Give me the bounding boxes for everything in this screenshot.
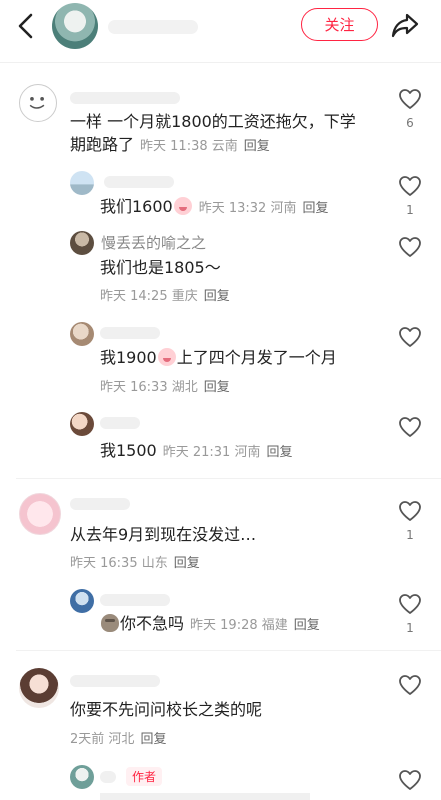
reply-link[interactable]: 回复 bbox=[294, 618, 320, 633]
crying-emoji-icon bbox=[173, 197, 192, 215]
author-avatar[interactable] bbox=[52, 3, 98, 49]
smiley-icon bbox=[29, 96, 45, 109]
comment-divider bbox=[16, 650, 441, 651]
like-count: 6 bbox=[406, 116, 414, 130]
reply-link[interactable]: 回复 bbox=[204, 289, 230, 304]
reply-link[interactable]: 回复 bbox=[244, 139, 270, 154]
username-redacted bbox=[70, 92, 180, 104]
reply-meta: 昨天 14:25 重庆 回复 bbox=[100, 289, 230, 304]
author-badge: 作者 bbox=[126, 767, 163, 786]
comment-meta: 昨天 16:35 山东 回复 bbox=[70, 556, 200, 571]
avatar[interactable] bbox=[70, 231, 94, 255]
username-redacted bbox=[100, 594, 170, 606]
reply-text: 我们也是1805～ bbox=[100, 258, 221, 277]
header-divider bbox=[0, 62, 441, 63]
username-redacted bbox=[100, 417, 140, 429]
like-heart-icon[interactable] bbox=[398, 500, 422, 522]
reply-text: 我1900 上了四个月发了一个月 bbox=[100, 348, 337, 367]
username-redacted bbox=[100, 327, 160, 339]
like-heart-icon[interactable] bbox=[398, 326, 422, 348]
share-icon[interactable] bbox=[390, 11, 420, 39]
comment-text: 你要不先问问校长之类的呢 bbox=[70, 700, 263, 719]
like-count: 1 bbox=[406, 203, 414, 217]
like-count: 1 bbox=[406, 621, 414, 635]
like-heart-icon[interactable] bbox=[398, 593, 422, 615]
reply-username[interactable]: 慢丢丢的喻之之 bbox=[101, 232, 206, 253]
reply-link[interactable]: 回复 bbox=[267, 445, 293, 460]
reply-text: 我们1600 昨天 13:32 河南 回复 bbox=[100, 197, 329, 216]
cut-off-reply-text bbox=[100, 793, 310, 800]
comment-meta: 2天前 河北 回复 bbox=[70, 732, 167, 747]
avatar[interactable] bbox=[70, 322, 94, 346]
comment-text: 从去年9月到现在没发过… bbox=[70, 525, 257, 544]
reply-link[interactable]: 回复 bbox=[303, 201, 329, 216]
avatar[interactable] bbox=[19, 493, 61, 535]
username-redacted bbox=[100, 771, 116, 783]
author-avatar[interactable] bbox=[70, 765, 94, 789]
username-redacted bbox=[70, 498, 130, 510]
top-bar: 关注 bbox=[0, 0, 441, 54]
reply-text: 我1500 昨天 21:31 河南 回复 bbox=[100, 441, 293, 460]
like-heart-icon[interactable] bbox=[398, 769, 422, 791]
reply-link[interactable]: 回复 bbox=[174, 556, 200, 571]
reply-text: 你不急吗 昨天 19:28 福建 回复 bbox=[100, 613, 320, 637]
avatar[interactable] bbox=[70, 412, 94, 436]
reply-link[interactable]: 回复 bbox=[140, 732, 166, 747]
like-heart-icon[interactable] bbox=[398, 175, 422, 197]
like-heart-icon[interactable] bbox=[398, 88, 422, 110]
username-redacted bbox=[104, 176, 174, 188]
like-heart-icon[interactable] bbox=[398, 674, 422, 696]
follow-button[interactable]: 关注 bbox=[301, 8, 378, 41]
comment-text: 一样 一个月就1800的工资还拖欠，下学 bbox=[70, 112, 356, 131]
reply-meta: 昨天 16:33 湖北 回复 bbox=[100, 380, 230, 395]
like-heart-icon[interactable] bbox=[398, 416, 422, 438]
like-heart-icon[interactable] bbox=[398, 236, 422, 258]
avatar[interactable] bbox=[19, 668, 59, 708]
avatar[interactable] bbox=[19, 84, 57, 122]
poop-emoji-icon bbox=[101, 614, 119, 632]
comment-text-line2: 期跑路了 昨天 11:38 云南 回复 bbox=[70, 135, 270, 154]
comment-divider bbox=[16, 478, 441, 479]
avatar[interactable] bbox=[70, 589, 94, 613]
back-arrow-icon[interactable] bbox=[14, 12, 38, 40]
like-count: 1 bbox=[406, 528, 414, 542]
crying-emoji-icon bbox=[157, 348, 176, 366]
avatar[interactable] bbox=[70, 171, 94, 195]
author-name-redacted bbox=[108, 20, 198, 34]
reply-link[interactable]: 回复 bbox=[204, 380, 230, 395]
username-redacted bbox=[70, 675, 160, 687]
